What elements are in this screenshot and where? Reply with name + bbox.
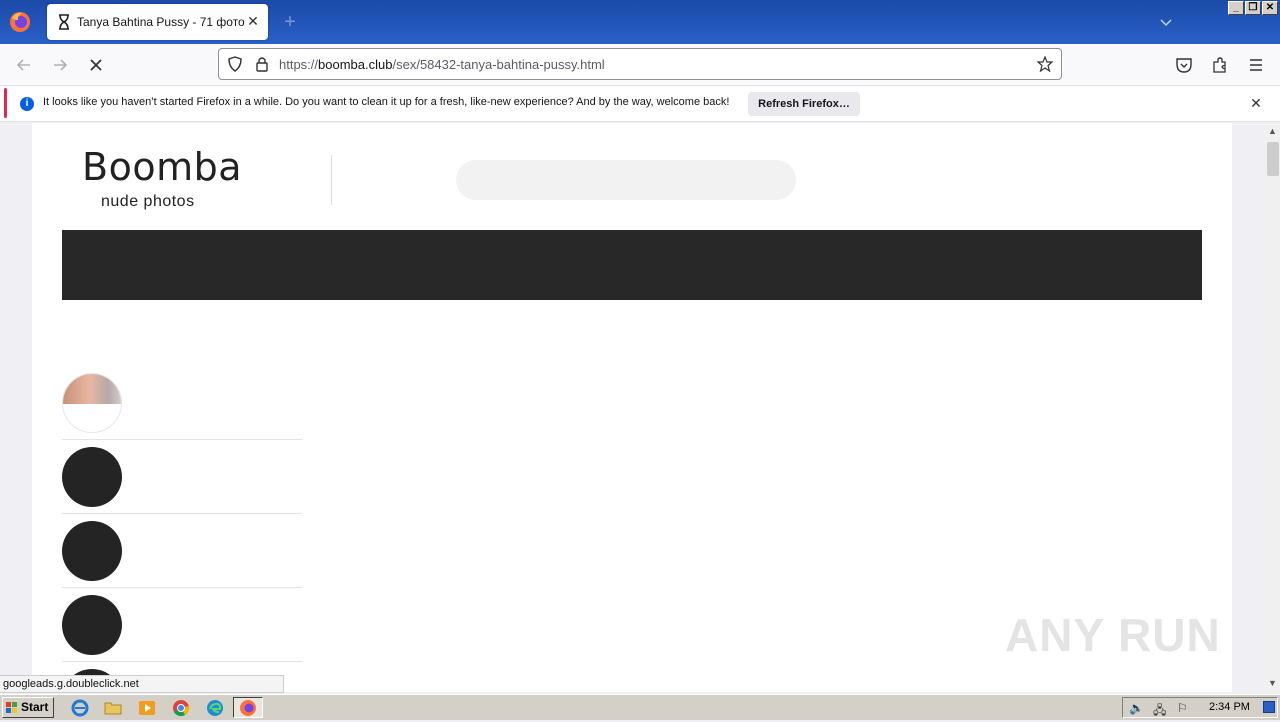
url-text[interactable]: https://boomba.club/sex/58432-tanya-baht… [279,57,605,72]
minimize-button[interactable]: _ [1228,1,1244,15]
forward-arrow-icon[interactable] [49,54,71,76]
thumbnail[interactable] [62,447,122,507]
thumbnail[interactable] [62,521,122,581]
shield-icon[interactable] [227,56,243,72]
internet-explorer-icon[interactable] [71,699,89,717]
info-icon: i [20,97,34,111]
notification-accent [4,88,7,118]
search-input[interactable] [456,160,796,200]
pocket-icon[interactable] [1175,56,1193,74]
refresh-firefox-button[interactable]: Refresh Firefox… [748,92,860,116]
list-item[interactable] [62,514,302,588]
flag-icon[interactable]: ⚐ [1177,701,1188,715]
windows-flag-icon [6,702,17,713]
thumbnail[interactable] [62,595,122,655]
network-icon[interactable]: 🖧 [1153,701,1166,722]
lock-icon[interactable] [255,56,269,72]
hourglass-loading-icon [59,14,69,30]
url-path: /sex/58432-tanya-bahtina-pussy.html [392,57,605,72]
list-item[interactable] [62,588,302,662]
start-label: Start [21,700,49,714]
header-divider [331,155,332,205]
page-container: Boomba nude photos [32,123,1232,692]
new-tab-icon[interactable]: + [280,12,300,32]
scroll-thumb[interactable] [1267,142,1279,176]
system-tray: 🔈 🖧 ⚐ 2:34 PM [1122,697,1278,718]
media-player-icon[interactable] [138,699,156,717]
scroll-up-icon[interactable]: ▲ [1268,127,1277,136]
chevron-down-icon[interactable] [1158,14,1174,30]
url-scheme: https:// [279,57,319,72]
page-viewport: Boomba nude photos ANY RUN [0,123,1264,692]
url-bar[interactable]: https://boomba.club/sex/58432-tanya-baht… [218,48,1062,80]
bookmark-star-icon[interactable] [1037,56,1053,72]
volume-icon[interactable]: 🔈 [1129,701,1144,715]
restore-button[interactable]: ❐ [1245,1,1261,15]
taskbar-firefox-button[interactable] [233,697,263,718]
watermark-logo: ANY RUN [1005,609,1221,661]
notification-message: It looks like you haven’t started Firefo… [43,96,730,108]
scroll-down-icon[interactable]: ▼ [1268,679,1277,688]
chrome-icon[interactable] [172,699,190,717]
list-item[interactable] [62,440,302,514]
stop-loading-icon[interactable] [85,54,107,76]
site-navigation-bar [62,230,1202,300]
close-window-button[interactable]: ✕ [1262,1,1278,15]
notification-bar: i It looks like you haven’t started Fire… [0,86,1280,122]
thumbnail[interactable] [62,373,122,433]
site-logo-tagline: nude photos [101,193,195,210]
navigation-toolbar: https://boomba.club/sex/58432-tanya-baht… [0,44,1280,86]
show-desktop-icon[interactable] [1263,701,1275,713]
active-tab[interactable]: Tanya Bahtina Pussy - 71 фото ✕ [47,4,268,40]
firefox-menu-icon[interactable] [8,10,32,34]
taskbar: Start 🔈 🖧 ⚐ 2:34 PM [0,694,1280,720]
close-icon[interactable]: ✕ [1249,96,1263,110]
list-item[interactable] [62,366,302,440]
firefox-icon [240,700,256,716]
vertical-scrollbar[interactable]: ▲ ▼ [1264,123,1280,692]
start-button[interactable]: Start [2,697,54,718]
tab-title: Tanya Bahtina Pussy - 71 фото [77,15,245,29]
tab-close-icon[interactable]: ✕ [245,13,261,29]
clock[interactable]: 2:34 PM [1209,701,1250,713]
edge-icon[interactable] [206,699,224,717]
tab-strip: Tanya Bahtina Pussy - 71 фото ✕ + _ ❐ ✕ [0,0,1280,44]
site-logo[interactable]: Boomba [82,145,242,189]
extensions-icon[interactable] [1211,56,1229,74]
hamburger-menu-icon[interactable] [1247,56,1265,74]
url-domain: boomba.club [318,57,393,72]
folder-icon[interactable] [104,699,122,717]
status-url: googleads.g.doubleclick.net [0,675,284,693]
back-arrow-icon[interactable] [13,54,35,76]
